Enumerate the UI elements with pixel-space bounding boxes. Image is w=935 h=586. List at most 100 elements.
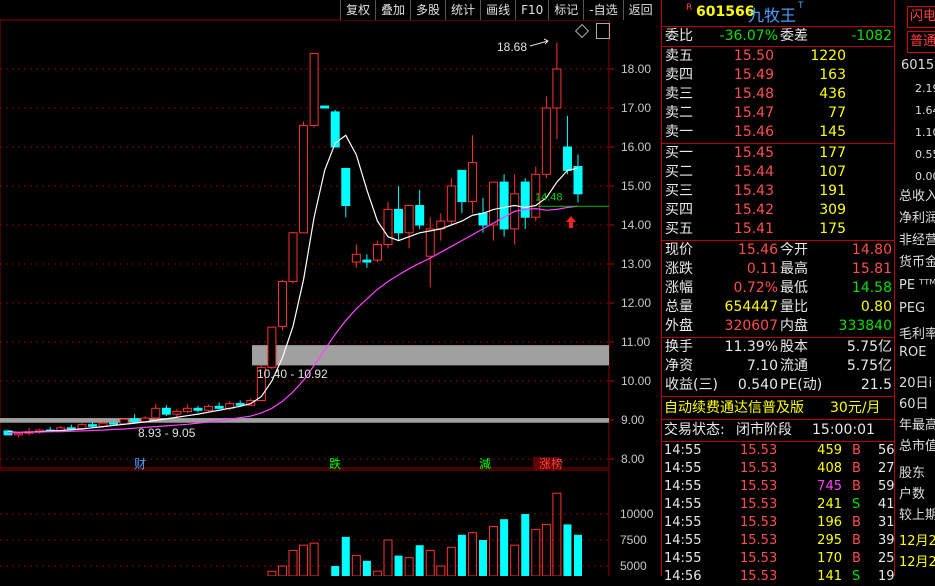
candle-body-up[interactable] — [309, 52, 319, 127]
candle-body-up[interactable] — [446, 185, 456, 222]
candle-body-down[interactable] — [320, 105, 330, 109]
candle-body-down[interactable] — [66, 427, 76, 430]
lightning-order-button[interactable]: 闪电 — [907, 6, 935, 28]
side-info-item[interactable]: 较上期 — [899, 504, 935, 523]
side-info-item[interactable]: 股东 — [899, 462, 925, 481]
candle-body-down[interactable] — [87, 424, 97, 427]
candle-body-down[interactable] — [161, 407, 171, 415]
trade-row[interactable]: 14:55 15.53 170 B 25 — [662, 550, 895, 568]
trade-row[interactable]: 14:55 15.53 745 B 59 — [662, 478, 895, 496]
normal-order-button[interactable]: 普通 — [907, 31, 935, 53]
promo-text[interactable]: 自动续费通达信普及版 — [664, 399, 804, 418]
ask-row[interactable]: 卖四 15.49 163 — [662, 66, 894, 85]
side-info-item[interactable]: 毛利率 — [899, 323, 935, 342]
trade-row[interactable]: 14:56 15.53 141 S 19 — [662, 568, 895, 586]
stat-label: 外盘 — [665, 318, 693, 334]
side-info-item[interactable]: 非经营 — [899, 229, 935, 248]
trade-row[interactable]: 14:55 15.53 241 S 41 — [662, 496, 895, 514]
candle-body-up[interactable] — [425, 228, 435, 257]
toolbar-item-7[interactable]: -自选 — [583, 0, 623, 20]
candle-body-up[interactable] — [288, 232, 298, 283]
side-info-item[interactable]: 总收入 — [899, 185, 935, 204]
candle-body-up[interactable] — [119, 418, 129, 425]
candle-body-down[interactable] — [415, 205, 425, 226]
candle-body-up[interactable] — [77, 424, 87, 430]
bid-row[interactable]: 买二 15.44 107 — [662, 163, 894, 182]
trade-row[interactable]: 14:55 15.53 459 B 56 — [662, 442, 895, 460]
kline-chart-panel[interactable]: 18.00 17.00 16.00 15.00 14.00 13.00 12.00 11.00… — [0, 0, 660, 576]
ask-row[interactable]: 卖三 15.48 436 — [662, 85, 894, 104]
side-info-item[interactable]: 年最高 — [899, 414, 935, 433]
toolbar-item-8[interactable]: 返回 — [622, 0, 658, 20]
side-info-item[interactable]: PE ᵀᵀᴹ — [899, 278, 935, 293]
candle-body-up[interactable] — [372, 244, 382, 261]
candle-body-up[interactable] — [151, 407, 161, 419]
candle-body-down[interactable] — [341, 167, 351, 206]
promo-row[interactable]: 自动续费通达信普及版 30元/月 — [662, 399, 894, 418]
side-info-item[interactable]: 12月2 — [899, 551, 935, 570]
bid-row[interactable]: 买五 15.41 175 — [662, 220, 894, 239]
candle-body-up[interactable] — [172, 410, 182, 415]
candle-body-down[interactable] — [394, 208, 404, 234]
candle-body-down[interactable] — [562, 146, 572, 171]
candle-body-up[interactable] — [267, 326, 277, 368]
trade-row[interactable]: 14:55 15.53 196 B 31 — [662, 514, 895, 532]
side-info-item[interactable]: 总市值 — [899, 435, 935, 454]
side-info-item[interactable]: ROE — [899, 345, 926, 360]
webi-row: 委比 -36.07% 委差 -1082 — [662, 27, 894, 46]
event-marker[interactable]: 财 — [134, 457, 146, 471]
trade-row[interactable]: 14:55 15.53 408 B 27 — [662, 460, 895, 478]
candle-body-up[interactable] — [14, 432, 24, 436]
candle-body-down[interactable] — [520, 181, 530, 218]
candle-body-up[interactable] — [404, 205, 414, 234]
bid-row[interactable]: 买一 15.45 177 — [662, 144, 894, 163]
candle-body-down[interactable] — [573, 166, 583, 195]
candle-body-up[interactable] — [277, 281, 287, 327]
stock-name[interactable]: 九牧王 — [748, 2, 796, 26]
ask-row[interactable]: 卖五 15.50 1220 — [662, 47, 894, 66]
side-info-item[interactable]: 60日 — [899, 393, 929, 412]
collapse-arrow-icon[interactable] — [596, 23, 610, 39]
candle-body-down[interactable] — [457, 169, 467, 203]
side-info-item[interactable]: 20日i — [899, 372, 932, 391]
candle-body-up[interactable] — [541, 107, 551, 175]
candle-body-up[interactable] — [299, 125, 309, 234]
event-marker[interactable]: 涨榜 — [539, 456, 563, 471]
event-marker[interactable]: 減 — [479, 456, 491, 471]
candle-body-up[interactable] — [204, 405, 214, 411]
candle-body-down[interactable] — [193, 407, 203, 411]
side-info-item[interactable]: 12月2 — [899, 530, 935, 549]
toolbar-item-4[interactable]: 画线 — [480, 0, 516, 20]
side-info-item[interactable]: 户数 — [899, 483, 925, 502]
toolbar-item-0[interactable]: 复权 — [340, 0, 376, 20]
ask-row[interactable]: 卖一 15.46 145 — [662, 123, 894, 142]
trade-row[interactable]: 14:55 15.53 295 B 39 — [662, 532, 895, 550]
bid-row[interactable]: 买四 15.42 309 — [662, 201, 894, 220]
toolbar-item-3[interactable]: 统计 — [445, 0, 481, 20]
candle-body-up[interactable] — [467, 162, 477, 203]
candle-body-down[interactable] — [478, 212, 488, 226]
side-info-item[interactable]: 货币金 — [899, 251, 935, 270]
side-info-item[interactable]: 净利润 — [899, 207, 935, 226]
candle-body-down[interactable] — [109, 422, 119, 425]
side-info-item[interactable]: PEG — [899, 301, 925, 316]
candle-body-up[interactable] — [489, 181, 499, 226]
toolbar-item-2[interactable]: 多股 — [410, 0, 446, 20]
toolbar-item-5[interactable]: F10 — [515, 0, 549, 20]
event-marker[interactable]: 跌 — [329, 456, 341, 471]
kline-chart[interactable]: 18.00 17.00 16.00 15.00 14.00 13.00 12.00 11.00… — [0, 0, 660, 576]
candle-body-down[interactable] — [362, 259, 372, 263]
toolbar-item-6[interactable]: 标记 — [548, 0, 584, 20]
candle-body-up[interactable] — [552, 68, 562, 109]
candle-body-up[interactable] — [383, 208, 393, 245]
candle-body-down[interactable] — [235, 403, 245, 406]
candle-body-down[interactable] — [130, 418, 140, 423]
toolbar-item-1[interactable]: 叠加 — [375, 0, 411, 20]
promo-price[interactable]: 30元/月 — [830, 399, 881, 418]
candle-body-up[interactable] — [351, 253, 361, 263]
candle-body-up[interactable] — [182, 407, 192, 412]
candle-body-down[interactable] — [214, 405, 224, 409]
ask-row[interactable]: 卖二 15.47 77 — [662, 104, 894, 123]
bid-row[interactable]: 买三 15.43 191 — [662, 182, 894, 201]
candle-body-down[interactable] — [499, 181, 509, 230]
